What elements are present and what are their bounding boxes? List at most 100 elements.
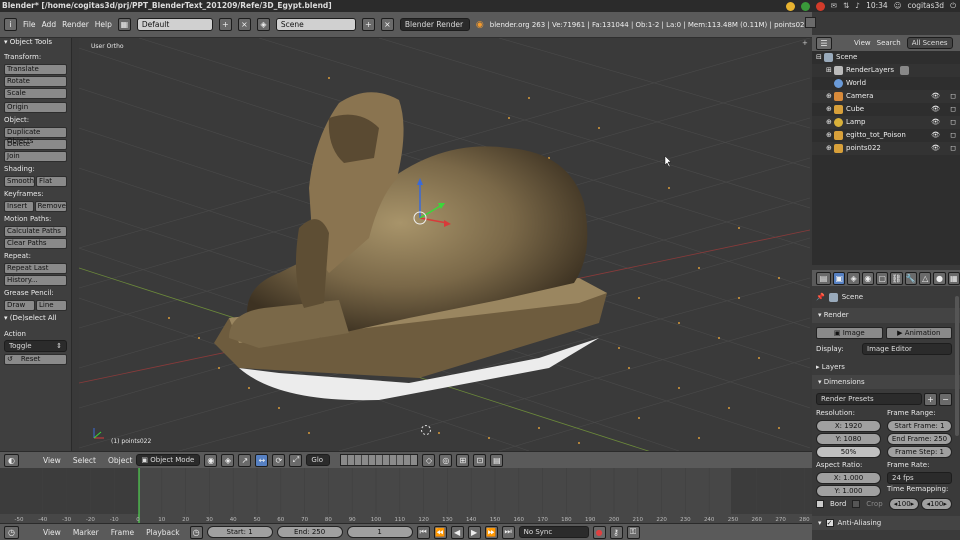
outliner-display-select[interactable]: All Scenes (906, 37, 953, 49)
layout-icon[interactable]: ▦ (117, 18, 131, 31)
anti-aliasing-panel-header[interactable]: ▾ ✓ Anti-Aliasing (812, 516, 960, 530)
action-select[interactable]: Toggle ⇕ (4, 340, 67, 352)
insert-keyframe-button[interactable]: Insert (4, 201, 34, 212)
object-tab-icon[interactable]: ▢ (876, 271, 889, 285)
jump-end-icon[interactable]: ⏭ (501, 525, 515, 539)
snap-target-icon[interactable]: ⊡ (473, 453, 487, 467)
render-presets-select[interactable]: Render Presets (816, 393, 922, 405)
outliner-editor-icon[interactable]: ☰ (816, 36, 832, 50)
proportional-icon[interactable]: ◎ (439, 453, 453, 467)
remove-preset-icon[interactable]: − (939, 393, 952, 406)
scene-icon[interactable]: ◈ (256, 18, 270, 31)
aspect-y-field[interactable]: Y: 1.000 (816, 485, 881, 497)
translate-button[interactable]: Translate (4, 64, 67, 75)
add-preset-icon[interactable]: + (924, 393, 937, 406)
line-button[interactable]: Line (36, 300, 67, 311)
clear-paths-button[interactable]: Clear Paths (4, 238, 67, 249)
anti-aliasing-checkbox[interactable]: ✓ (825, 519, 834, 527)
render-image-button[interactable]: ▣ Image (816, 327, 883, 339)
volume-icon[interactable]: ♪ (855, 0, 860, 12)
render-animation-button[interactable]: ▶ Animation (885, 327, 952, 339)
end-frame-prop-field[interactable]: End Frame: 250 (887, 433, 952, 445)
outliner-row-camera[interactable]: ⊕ Camera 👁 ◻ (812, 90, 960, 103)
lock-layers-icon[interactable]: ◇ (422, 453, 436, 467)
sphinx-model[interactable] (214, 92, 607, 401)
translate-manip-icon[interactable]: ↔ (255, 453, 269, 467)
texture-tab-icon[interactable]: ▦ (947, 271, 960, 285)
join-button[interactable]: Join (4, 151, 67, 162)
flat-button[interactable]: Flat (36, 176, 67, 187)
render-camera-icon[interactable]: ◻ (950, 90, 956, 103)
render-camera-icon[interactable]: ◻ (950, 142, 956, 155)
render-camera-icon[interactable]: ◻ (950, 116, 956, 129)
maximize-icon[interactable] (805, 17, 816, 28)
prev-keyframe-icon[interactable]: ⏪ (433, 525, 447, 539)
tl-menu-playback[interactable]: Playback (146, 528, 179, 537)
record-icon[interactable]: ● (592, 525, 606, 539)
outliner-row-renderlayers[interactable]: ⊞ RenderLayers (812, 64, 960, 77)
user-icon[interactable]: ☺ (894, 0, 902, 12)
next-keyframe-icon[interactable]: ⏩ (484, 525, 498, 539)
history-button[interactable]: History... (4, 275, 67, 286)
visibility-eye-icon[interactable]: 👁 (931, 116, 940, 129)
expand-icon[interactable]: ⊟ (816, 51, 824, 64)
layers-panel-header[interactable]: ▸ Layers (816, 360, 960, 374)
fps-select[interactable]: 24 fps (887, 472, 952, 484)
end-frame-field[interactable]: End: 250 (276, 526, 343, 538)
visibility-eye-icon[interactable]: 👁 (931, 90, 940, 103)
outliner-tab-search[interactable]: Search (877, 39, 901, 47)
update-icon[interactable] (815, 1, 825, 11)
user-name[interactable]: cogitas3d (908, 0, 945, 12)
jump-start-icon[interactable]: ⏮ (416, 525, 430, 539)
play-icon[interactable]: ▶ (467, 525, 481, 539)
outliner-row-scene[interactable]: ⊟ Scene (812, 51, 960, 64)
data-tab-icon[interactable]: △ (919, 271, 932, 285)
sync-select[interactable]: No Sync (518, 526, 589, 538)
keying-icon[interactable]: ⚷ (609, 525, 623, 539)
power-icon[interactable]: ⏻ (950, 0, 956, 12)
repeat-last-button[interactable]: Repeat Last (4, 263, 67, 274)
smooth-button[interactable]: Smooth (4, 176, 36, 187)
add-layout-icon[interactable]: + (218, 18, 232, 31)
play-reverse-icon[interactable]: ◀ (450, 525, 464, 539)
properties-editor-icon[interactable]: ▤ (816, 271, 832, 285)
3d-view-editor-icon[interactable]: ◐ (4, 453, 19, 467)
origin-button[interactable]: Origin (4, 102, 67, 113)
manipulator-icon[interactable]: ↗ (238, 453, 252, 467)
menu-render[interactable]: Render (62, 20, 89, 29)
outliner-row-cube[interactable]: ⊕ Cube 👁 ◻ (812, 103, 960, 116)
vp-menu-view[interactable]: View (43, 456, 61, 465)
expand-icon[interactable]: ⊞ (826, 64, 834, 77)
visibility-eye-icon[interactable]: 👁 (931, 103, 940, 116)
outliner[interactable]: ⊟ Scene ⊞ RenderLayers World ⊕ Camera 👁 … (812, 51, 960, 265)
vp-menu-object[interactable]: Object (108, 456, 132, 465)
clock[interactable]: 10:34 (866, 0, 888, 12)
calculate-paths-button[interactable]: Calculate Paths (4, 226, 67, 237)
scale-manip-icon[interactable]: ⤢ (289, 453, 303, 467)
remap-new-field[interactable]: ◂100▸ (921, 498, 953, 510)
mail-icon[interactable]: ✉ (831, 0, 837, 12)
expand-icon[interactable]: ⊕ (826, 103, 834, 116)
duplicate-objects-button[interactable]: Duplicate Objects (4, 127, 67, 145)
visibility-eye-icon[interactable]: 👁 (931, 129, 940, 142)
scene-field[interactable]: Scene (275, 18, 356, 31)
expand-icon[interactable]: ⊕ (826, 90, 834, 103)
render-engine-select[interactable]: Blender Render (399, 18, 470, 31)
outliner-row-lamp[interactable]: ⊕ Lamp 👁 ◻ (812, 116, 960, 129)
pivot-point-icon[interactable]: ◈ (221, 453, 235, 467)
remove-keyframe-button[interactable]: Remove (34, 201, 67, 212)
scene-tab-icon[interactable]: ◈ (847, 271, 860, 285)
menu-add[interactable]: Add (42, 20, 57, 29)
start-frame-field[interactable]: Start: 1 (206, 526, 273, 538)
remove-layout-icon[interactable]: × (237, 18, 251, 31)
rotate-manip-icon[interactable]: ⟳ (272, 453, 286, 467)
menu-help[interactable]: Help (95, 20, 112, 29)
current-frame-field[interactable]: 1 (346, 526, 413, 538)
viewport-shading-icon[interactable]: ◉ (204, 453, 218, 467)
material-tab-icon[interactable]: ● (933, 271, 946, 285)
layout-field[interactable]: Default (136, 18, 213, 31)
aspect-x-field[interactable]: X: 1.000 (816, 472, 881, 484)
expand-icon[interactable]: ⊕ (826, 142, 834, 155)
crop-checkbox[interactable] (852, 500, 861, 508)
resolution-x-field[interactable]: X: 1920 (816, 420, 881, 432)
